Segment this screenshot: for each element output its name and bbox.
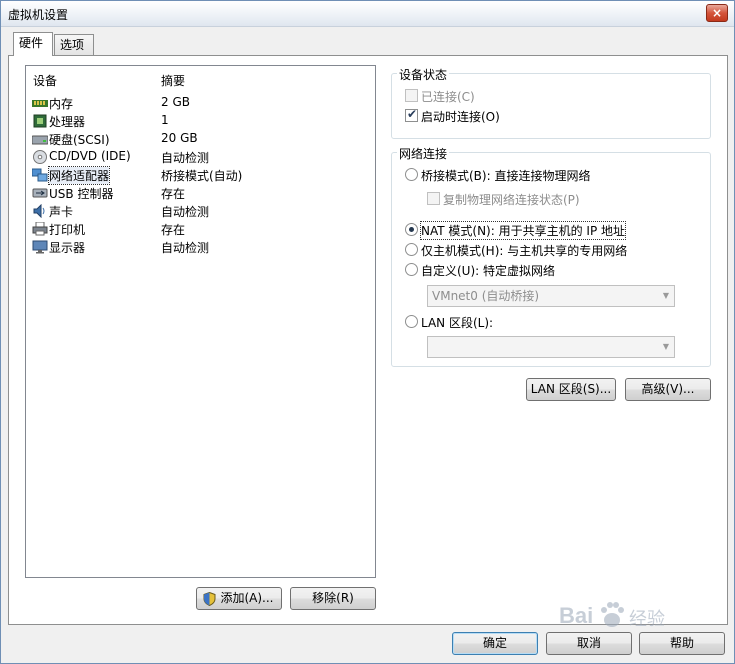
host-only-radio[interactable] — [405, 243, 418, 256]
replicate-state-checkbox[interactable] — [427, 192, 440, 205]
device-name: 打印机 — [49, 223, 86, 237]
device-name: 处理器 — [49, 115, 86, 129]
baidu-watermark: Bai 经验 — [559, 599, 699, 639]
host-only-label: 仅主机模式(H): 与主机共享的专用网络 — [421, 244, 628, 258]
custom-label: 自定义(U): 特定虚拟网络 — [421, 264, 556, 278]
bridged-radio[interactable] — [405, 168, 418, 181]
advanced-button[interactable]: 高级(V)... — [625, 378, 711, 401]
device-summary: 自动检测 — [161, 151, 210, 165]
watermark-text: Bai — [559, 603, 594, 628]
lan-segment-radio[interactable] — [405, 315, 418, 328]
processor-icon — [33, 114, 47, 128]
device-row-cd-dvd[interactable]: CD/DVD (IDE) 自动检测 — [26, 148, 375, 166]
device-row-hard-disk[interactable]: 硬盘(SCSI) 20 GB — [26, 130, 375, 148]
ok-button[interactable]: 确定 — [452, 632, 538, 655]
device-name: 内存 — [49, 97, 74, 111]
chevron-down-icon: ▼ — [662, 291, 669, 300]
connect-at-power-on-checkbox[interactable]: ✔ — [405, 107, 418, 122]
watermark-text-2: 经验 — [629, 609, 665, 630]
device-name: 声卡 — [49, 205, 74, 219]
device-list-header: 设备 摘要 — [26, 66, 375, 90]
lan-segment-label: LAN 区段(L): — [421, 316, 494, 330]
device-row-processor[interactable]: 处理器 1 — [26, 112, 375, 130]
device-row-sound-card[interactable]: 声卡 自动检测 — [26, 202, 375, 220]
shield-icon — [203, 592, 216, 606]
device-row-network-adapter[interactable]: 网络适配器 桥接模式(自动) — [26, 166, 375, 185]
network-connection-group — [391, 152, 711, 367]
custom-network-select[interactable]: VMnet0 (自动桥接) ▼ — [427, 285, 675, 307]
device-summary: 20 GB — [161, 131, 198, 145]
cd-dvd-icon — [33, 150, 47, 164]
title-bar[interactable]: 虚拟机设置 × — [1, 1, 734, 27]
hard-disk-icon — [32, 135, 48, 145]
sound-card-icon — [33, 204, 45, 218]
lan-segments-button[interactable]: LAN 区段(S)... — [526, 378, 616, 401]
window-title: 虚拟机设置 — [8, 8, 69, 22]
nat-radio[interactable] — [405, 223, 418, 236]
replicate-state-label: 复制物理网络连接状态(P) — [443, 193, 580, 207]
column-header-summary[interactable]: 摘要 — [161, 72, 185, 89]
tab-hardware[interactable]: 硬件 — [13, 32, 53, 56]
column-header-device[interactable]: 设备 — [33, 72, 57, 89]
device-name: 网络适配器 — [47, 166, 111, 185]
device-status-legend: 设备状态 — [397, 66, 450, 83]
custom-network-value: VMnet0 (自动桥接) — [432, 289, 540, 303]
device-summary: 存在 — [161, 223, 186, 237]
remove-device-button[interactable]: 移除(R) — [290, 587, 376, 610]
nat-label: NAT 模式(N): 用于共享主机的 IP 地址 — [419, 221, 627, 240]
vm-settings-window: 虚拟机设置 × 硬件 选项 设备 摘要 内存 2 GB 处理器 1 硬盘(SCS… — [0, 0, 735, 664]
device-summary: 自动检测 — [161, 241, 210, 255]
device-summary: 桥接模式(自动) — [161, 169, 243, 183]
device-name: USB 控制器 — [49, 187, 114, 201]
connected-checkbox[interactable] — [405, 89, 418, 102]
bridged-label: 桥接模式(B): 直接连接物理网络 — [421, 169, 591, 183]
display-icon — [32, 240, 48, 254]
close-button[interactable]: × — [706, 4, 728, 22]
check-mark-icon: ✔ — [407, 107, 418, 121]
device-row-printer[interactable]: 打印机 存在 — [26, 220, 375, 238]
device-summary: 1 — [161, 113, 169, 127]
device-row-usb-controller[interactable]: USB 控制器 存在 — [26, 184, 375, 202]
chevron-down-icon: ▼ — [662, 342, 669, 351]
device-list[interactable]: 设备 摘要 内存 2 GB 处理器 1 硬盘(SCSI) 20 GB CD/DV… — [25, 65, 376, 578]
device-name: CD/DVD (IDE) — [49, 149, 131, 163]
device-summary: 2 GB — [161, 95, 190, 109]
custom-radio[interactable] — [405, 263, 418, 276]
device-name: 显示器 — [49, 241, 86, 255]
printer-icon — [32, 222, 48, 236]
radio-selected-dot — [409, 227, 414, 232]
connect-at-power-on-label: 启动时连接(O) — [421, 110, 500, 124]
connected-label: 已连接(C) — [421, 90, 475, 104]
memory-icon — [32, 100, 48, 107]
network-connection-legend: 网络连接 — [397, 145, 450, 162]
tab-options[interactable]: 选项 — [54, 34, 94, 56]
network-adapter-icon — [32, 168, 48, 182]
device-summary: 存在 — [161, 187, 186, 201]
device-name: 硬盘(SCSI) — [49, 133, 110, 147]
device-row-display[interactable]: 显示器 自动检测 — [26, 238, 375, 256]
paw-icon — [601, 602, 624, 627]
add-device-button[interactable]: 添加(A)... — [196, 587, 282, 610]
usb-controller-icon — [32, 188, 48, 198]
device-row-memory[interactable]: 内存 2 GB — [26, 94, 375, 112]
lan-segment-select[interactable]: ▼ — [427, 336, 675, 358]
device-summary: 自动检测 — [161, 205, 210, 219]
